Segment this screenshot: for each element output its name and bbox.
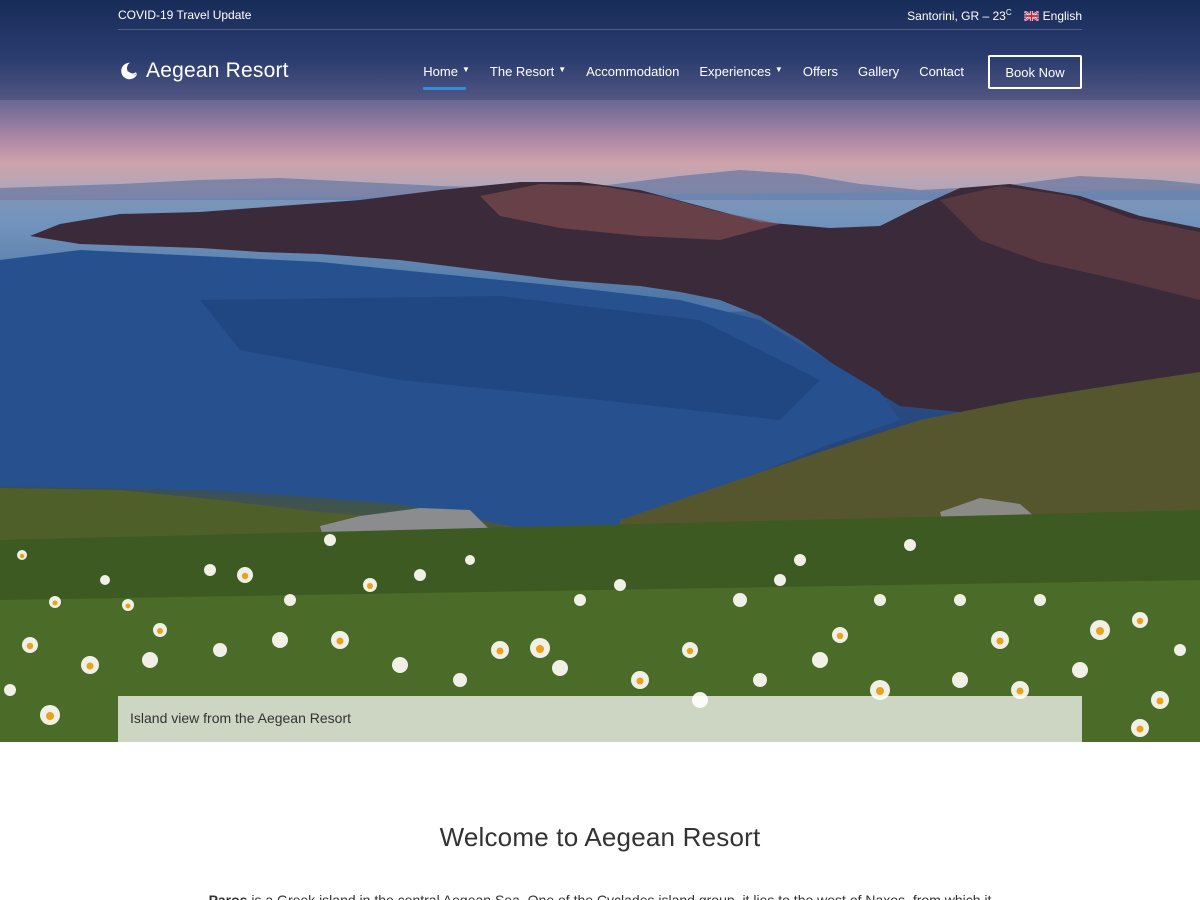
- nav-label: Offers: [802, 64, 838, 79]
- nav-label: Accommodation: [586, 64, 680, 79]
- chevron-down-icon: ▼: [774, 65, 783, 74]
- language-label: English: [1042, 8, 1082, 23]
- nav-item-home[interactable]: Home ▼: [423, 64, 470, 90]
- nav-label: The Resort: [489, 64, 555, 79]
- nav-item-accommodation[interactable]: Accommodation: [586, 64, 679, 79]
- nav-label: Contact: [919, 64, 964, 79]
- chevron-down-icon: ▼: [461, 65, 470, 74]
- uk-flag-icon: [1023, 10, 1039, 21]
- main-header: Aegean Resort Home ▼ The Resort ▼ Accommod…: [118, 54, 1082, 90]
- intro-text: is a Greek island in the central Aegean …: [247, 892, 992, 900]
- book-now-button[interactable]: Book Now: [988, 55, 1082, 89]
- top-utility-bar: COVID-19 Travel Update Santorini, GR – 2…: [118, 0, 1082, 30]
- main-navigation: Home ▼ The Resort ▼ Accommodation Experien…: [423, 64, 964, 90]
- covid-update-link[interactable]: COVID-19 Travel Update: [118, 8, 251, 22]
- weather-location: Santorini, GR – 23: [907, 9, 1006, 23]
- chevron-down-icon: ▼: [558, 65, 567, 74]
- hero-landscape-image: [0, 0, 1200, 742]
- moon-wave-logo-icon: [121, 62, 138, 80]
- nav-item-the-resort[interactable]: The Resort ▼: [490, 64, 566, 79]
- weather-unit: C: [1005, 8, 1012, 17]
- nav-label: Experiences: [699, 64, 771, 79]
- welcome-title: Welcome to Aegean Resort: [439, 822, 761, 852]
- hero-banner: COVID-19 Travel Update Santorini, GR – 2…: [0, 0, 1200, 742]
- intro-bold-term: Paros: [208, 892, 248, 900]
- nav-item-offers[interactable]: Offers: [803, 64, 838, 79]
- hero-caption: Island view from the Aegean Resort: [118, 696, 1082, 742]
- language-selector[interactable]: English: [1023, 8, 1082, 23]
- brand-logo[interactable]: Aegean Resort: [118, 59, 289, 83]
- nav-label: Gallery: [858, 64, 900, 79]
- nav-label: Home: [423, 64, 458, 79]
- nav-item-contact[interactable]: Contact: [919, 64, 964, 79]
- welcome-intro: Paros is a Greek island in the central A…: [200, 889, 1000, 900]
- brand-name: Aegean Resort: [146, 59, 289, 82]
- weather-readout: Santorini, GR – 23C: [907, 8, 1012, 23]
- nav-item-experiences[interactable]: Experiences ▼: [699, 64, 782, 79]
- nav-item-gallery[interactable]: Gallery: [858, 64, 899, 79]
- welcome-section: Welcome to Aegean Resort Paros is a Gree…: [0, 742, 1200, 900]
